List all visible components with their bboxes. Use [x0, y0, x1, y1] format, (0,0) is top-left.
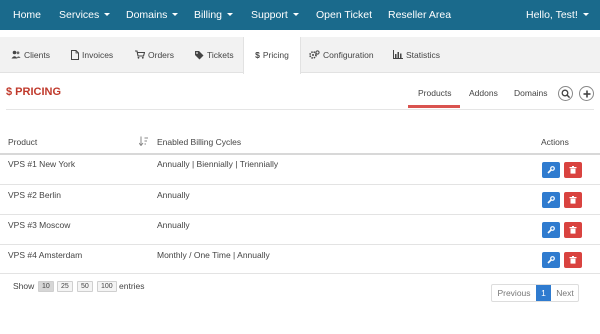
nav-reseller-area[interactable]: Reseller Area [388, 0, 451, 30]
users-icon [11, 50, 21, 59]
edit-button[interactable] [542, 162, 560, 178]
row-divider [0, 273, 600, 274]
tab-orders[interactable]: Orders [135, 37, 174, 73]
caret-down-icon [582, 12, 589, 16]
search-button[interactable] [558, 86, 573, 101]
divider [6, 109, 594, 110]
tab-invoices[interactable]: Invoices [71, 37, 113, 73]
tab-statistics[interactable]: Statistics [393, 37, 440, 73]
wrench-icon [547, 226, 555, 234]
nav-open-ticket[interactable]: Open Ticket [316, 0, 372, 30]
tab-clients[interactable]: Clients [11, 37, 50, 73]
tab-addons[interactable]: Addons [469, 88, 498, 98]
product-name: VPS #4 Amsterdam [8, 250, 83, 260]
column-header-billing-cycles[interactable]: Enabled Billing Cycles [157, 137, 241, 147]
row-divider [0, 184, 600, 185]
document-icon [71, 49, 79, 60]
nav-services[interactable]: Services [59, 0, 111, 30]
page-size-25[interactable]: 25 [57, 281, 73, 292]
nav-billing[interactable]: Billing [194, 0, 234, 30]
add-button[interactable] [579, 86, 594, 101]
caret-down-icon [292, 12, 299, 16]
delete-button[interactable] [564, 162, 582, 178]
page-1-button[interactable]: 1 [536, 285, 551, 301]
dollar-icon: $ [255, 50, 260, 60]
billing-cycles: Annually | Biennially | Triennially [157, 159, 279, 169]
page-size-10[interactable]: 10 [38, 281, 54, 292]
caret-down-icon [172, 12, 179, 16]
product-name: VPS #1 New York [8, 159, 76, 169]
trash-icon [569, 226, 577, 234]
wrench-icon [547, 256, 555, 264]
product-name: VPS #3 Moscow [8, 220, 71, 230]
page-size-100[interactable]: 100 [97, 281, 117, 292]
trash-icon [569, 256, 577, 264]
pagination: Previous 1 Next [491, 284, 579, 302]
nav-home[interactable]: Home [13, 0, 41, 30]
nav-support[interactable]: Support [251, 0, 299, 30]
cogs-icon [309, 50, 320, 59]
trash-icon [569, 166, 577, 174]
delete-button[interactable] [564, 222, 582, 238]
tab-domains[interactable]: Domains [514, 88, 548, 98]
tab-configuration[interactable]: Configuration [309, 37, 374, 73]
page-size-50[interactable]: 50 [77, 281, 93, 292]
column-header-actions: Actions [541, 137, 569, 147]
caret-down-icon [104, 12, 111, 16]
edit-button[interactable] [542, 192, 560, 208]
delete-button[interactable] [564, 252, 582, 268]
billing-cycles: Annually [157, 190, 190, 200]
plus-icon [583, 90, 591, 98]
nav-user-menu[interactable]: Hello, Test! [526, 0, 589, 30]
trash-icon [569, 196, 577, 204]
wrench-icon [547, 166, 555, 174]
active-tab-indicator [408, 105, 460, 108]
header-divider [0, 153, 600, 155]
tab-products[interactable]: Products [418, 88, 452, 98]
next-page-button[interactable]: Next [551, 285, 579, 301]
top-navbar: Home Services Domains Billing Support Op… [0, 0, 600, 30]
product-name: VPS #2 Berlin [8, 190, 61, 200]
tab-tickets[interactable]: Tickets [194, 37, 234, 73]
billing-cycles: Annually [157, 220, 190, 230]
edit-button[interactable] [542, 222, 560, 238]
edit-button[interactable] [542, 252, 560, 268]
column-header-product[interactable]: Product [8, 137, 37, 147]
search-icon [561, 89, 571, 99]
wrench-icon [547, 196, 555, 204]
page-title: $ PRICING [6, 86, 62, 98]
row-divider [0, 244, 600, 245]
bar-chart-icon [393, 50, 403, 60]
billing-cycles: Monthly / One Time | Annually [157, 250, 270, 260]
row-divider [0, 214, 600, 215]
delete-button[interactable] [564, 192, 582, 208]
caret-down-icon [227, 12, 234, 16]
show-label: Show [13, 281, 35, 291]
reseller-tabs: Clients Invoices Orders Tickets $ Pricing… [0, 37, 600, 74]
tag-icon [195, 50, 204, 60]
entries-label: entries [119, 281, 145, 291]
previous-page-button[interactable]: Previous [492, 285, 536, 301]
nav-domains[interactable]: Domains [126, 0, 179, 30]
sort-icon[interactable] [139, 136, 148, 146]
cart-icon [135, 50, 146, 59]
tab-pricing[interactable]: $ Pricing [243, 37, 301, 74]
